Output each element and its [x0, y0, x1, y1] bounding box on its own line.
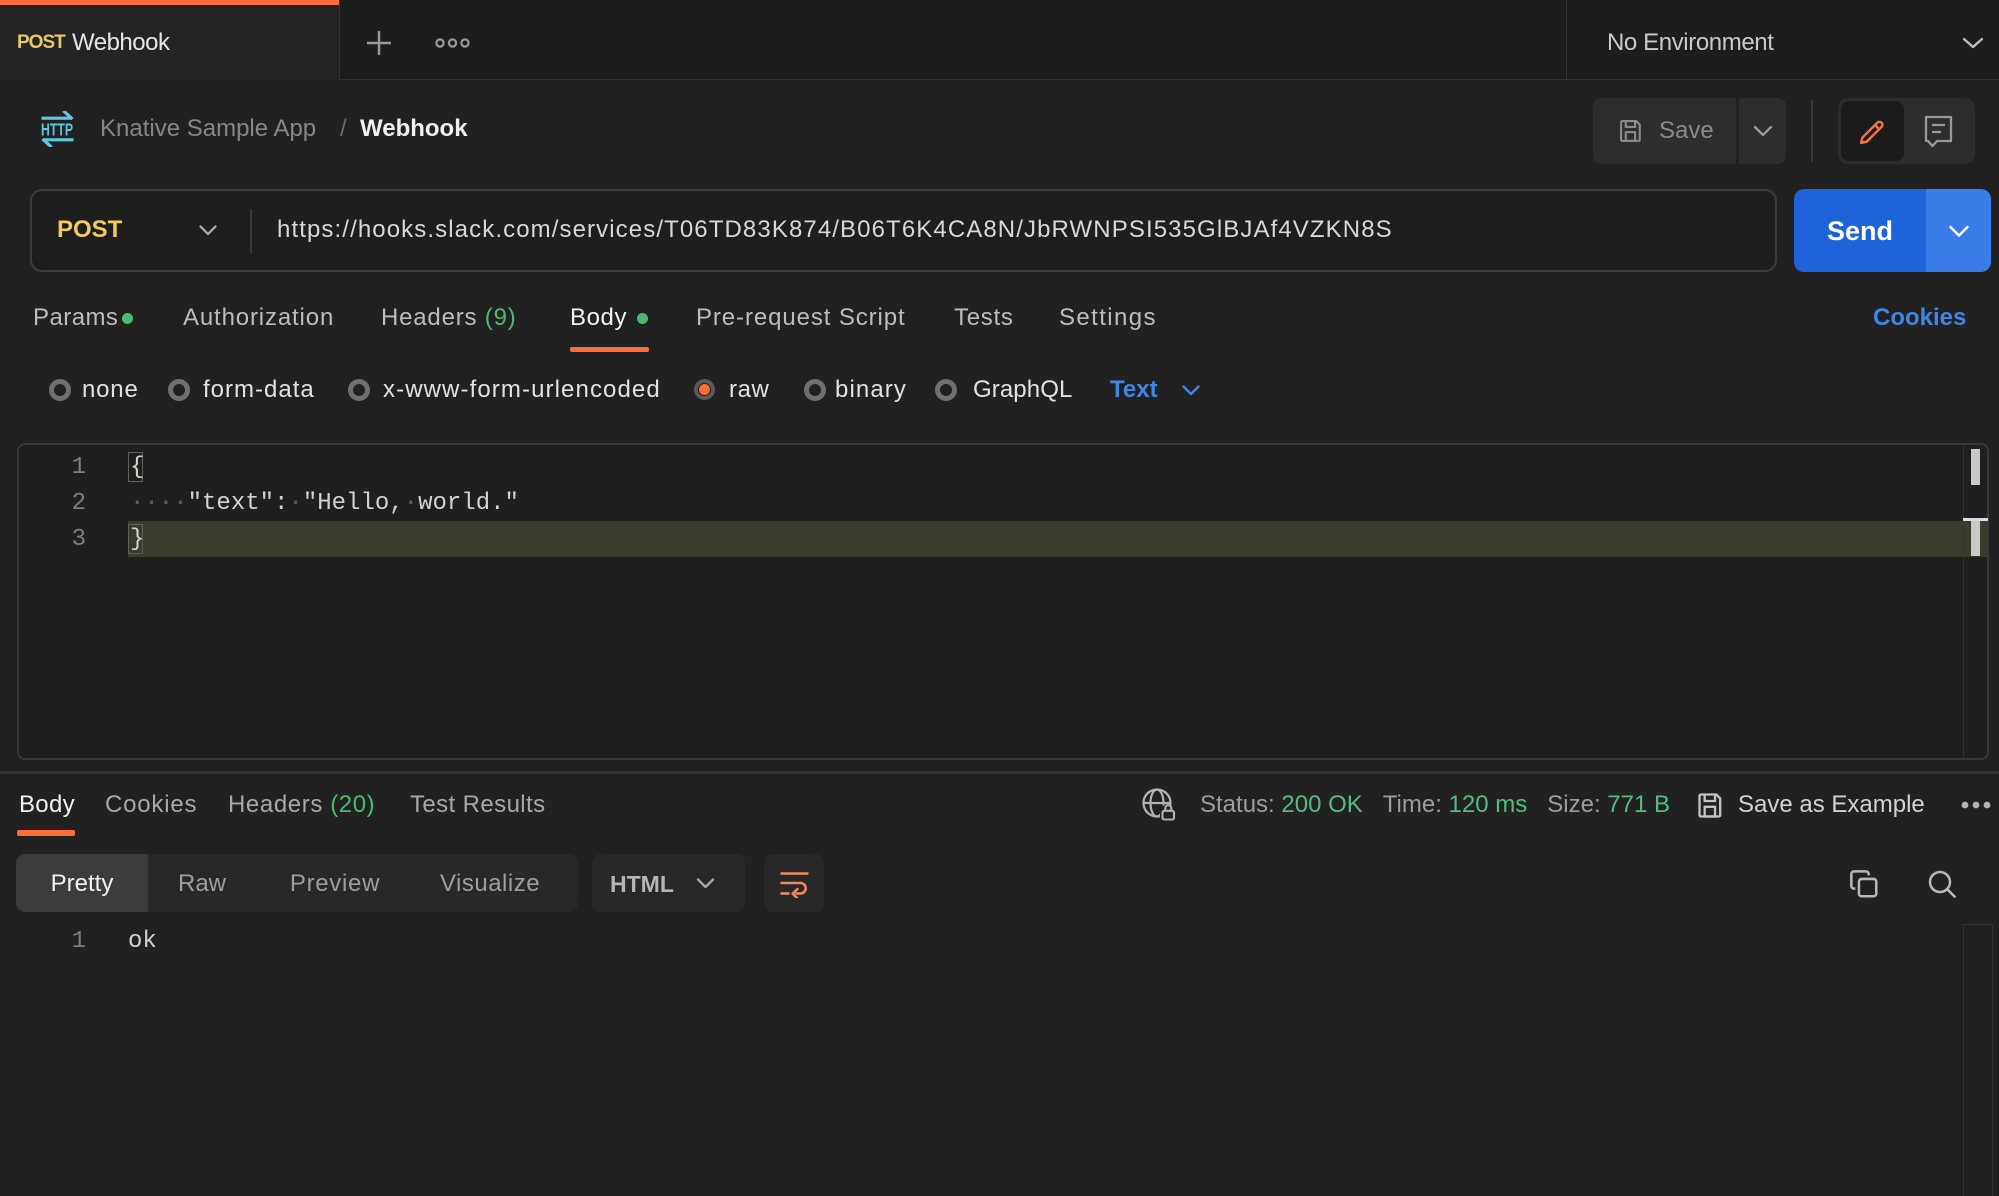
- svg-text:HTTP: HTTP: [41, 120, 73, 140]
